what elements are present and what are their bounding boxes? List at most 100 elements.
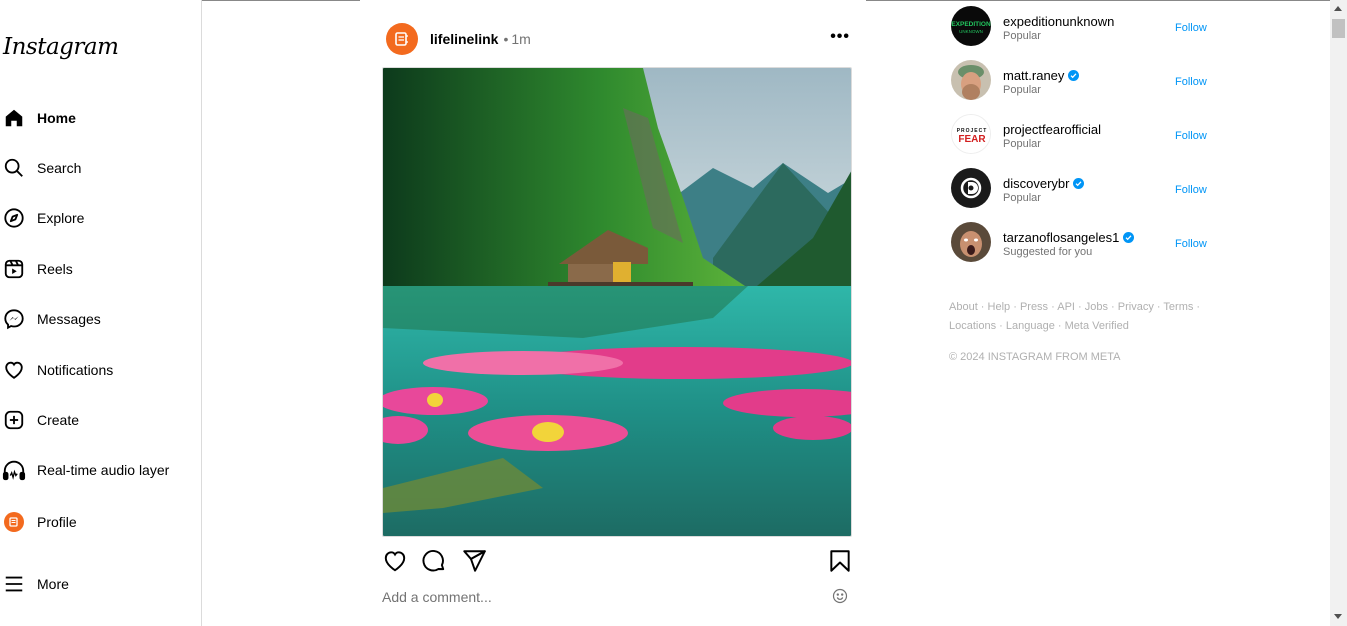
top-border: [202, 0, 360, 1]
suggestion-subtitle: Popular: [1003, 138, 1041, 150]
scroll-down-arrow-icon[interactable]: [1334, 614, 1342, 619]
nav-profile[interactable]: Profile: [2, 505, 192, 539]
verified-badge-icon: [1068, 69, 1080, 84]
nav-label: Home: [37, 110, 76, 126]
nav-label: Real-time audio layer: [37, 462, 170, 478]
avatar-text: FEAR: [958, 134, 986, 145]
suggestion-name[interactable]: matt.raney: [1003, 68, 1080, 84]
nav-reels[interactable]: Reels: [2, 252, 192, 286]
copyright: © 2024 INSTAGRAM FROM META: [949, 351, 1121, 363]
avatar[interactable]: EXPEDITION UNKNOWN: [951, 6, 991, 46]
nav-notifications[interactable]: Notifications: [2, 353, 192, 387]
compass-icon: [2, 206, 26, 230]
footer-separator: ·: [1193, 301, 1201, 313]
nav-label: Create: [37, 412, 80, 428]
comment-input[interactable]: [382, 586, 822, 608]
footer-links: About · Help · Press · API · Jobs · Priv…: [949, 298, 1209, 336]
nav-label: Search: [37, 160, 82, 176]
scroll-up-arrow-icon[interactable]: [1334, 6, 1342, 11]
instagram-logo[interactable]: Instagram: [3, 34, 119, 60]
suggestion-name[interactable]: discoverybr: [1003, 176, 1085, 192]
post-separator: •: [503, 31, 509, 47]
messenger-icon: [2, 307, 26, 331]
avatar-text: UNKNOWN: [959, 29, 983, 34]
avatar: [2, 510, 26, 534]
nav-search[interactable]: Search: [2, 151, 192, 185]
suggestion-name-text: projectfearofficial: [1003, 122, 1102, 137]
follow-button[interactable]: Follow: [1175, 238, 1207, 250]
share-icon[interactable]: [461, 548, 487, 574]
nav-label: Messages: [37, 311, 101, 327]
suggestion-subtitle: Popular: [1003, 192, 1041, 204]
post-image[interactable]: [382, 67, 852, 537]
suggestion-item: matt.raney Popular Follow: [951, 58, 1221, 102]
footer-separator: ·: [977, 301, 988, 313]
avatar-text: EXPEDITION: [951, 21, 991, 28]
suggestion-name-text: tarzanoflosangeles1: [1003, 230, 1120, 245]
nav-messages[interactable]: Messages: [2, 302, 192, 336]
avatar[interactable]: PROJECT FEAR: [951, 114, 991, 154]
suggestion-item: discoverybr Popular Follow: [951, 166, 1221, 210]
nav-label: Explore: [37, 210, 85, 226]
footer-link-jobs[interactable]: Jobs: [1085, 301, 1108, 313]
suggestion-name[interactable]: expeditionunknown: [1003, 14, 1114, 29]
emoji-icon[interactable]: [832, 588, 848, 604]
suggestion-item: EXPEDITION UNKNOWN expeditionunknown Popu…: [951, 4, 1221, 48]
home-icon: [2, 106, 26, 130]
suggestion-name[interactable]: projectfearofficial: [1003, 122, 1101, 137]
footer-link-press[interactable]: Press: [1020, 301, 1048, 313]
scroll-thumb[interactable]: [1332, 19, 1345, 38]
footer-link-about[interactable]: About: [949, 301, 978, 313]
suggestion-subtitle: Popular: [1003, 30, 1041, 42]
like-icon[interactable]: [382, 548, 408, 574]
nav-more[interactable]: More: [2, 567, 192, 601]
nav-label: Reels: [37, 261, 73, 277]
plus-square-icon: [2, 408, 26, 432]
suggestion-name-text: expeditionunknown: [1003, 14, 1115, 29]
save-icon[interactable]: [827, 548, 853, 574]
post-time[interactable]: 1m: [511, 31, 530, 47]
footer-separator: ·: [1108, 301, 1118, 313]
search-icon: [2, 156, 26, 180]
footer-link-meta-verified[interactable]: Meta Verified: [1065, 320, 1129, 332]
footer-separator: ·: [1054, 320, 1065, 332]
nav-create[interactable]: Create: [2, 403, 192, 437]
footer-link-language[interactable]: Language: [1006, 320, 1055, 332]
follow-button[interactable]: Follow: [1175, 22, 1207, 34]
sidebar: Instagram Home Search Explore Reels Mess…: [0, 0, 202, 626]
footer-separator: ·: [1048, 301, 1058, 313]
footer-link-terms[interactable]: Terms: [1163, 301, 1193, 313]
nav-audio-layer[interactable]: Real-time audio layer: [2, 453, 192, 487]
suggestion-name[interactable]: tarzanoflosangeles1: [1003, 230, 1135, 246]
footer-link-locations[interactable]: Locations: [949, 320, 996, 332]
avatar[interactable]: [951, 60, 991, 100]
footer-link-api[interactable]: API: [1057, 301, 1075, 313]
follow-button[interactable]: Follow: [1175, 76, 1207, 88]
follow-button[interactable]: Follow: [1175, 130, 1207, 142]
avatar[interactable]: [951, 222, 991, 262]
verified-badge-icon: [1073, 177, 1085, 192]
avatar[interactable]: [951, 168, 991, 208]
headphones-icon: [2, 458, 26, 482]
footer-link-privacy[interactable]: Privacy: [1118, 301, 1154, 313]
nav-explore[interactable]: Explore: [2, 201, 192, 235]
comment-icon[interactable]: [421, 548, 447, 574]
suggestion-subtitle: Suggested for you: [1003, 246, 1093, 258]
footer-separator: ·: [996, 320, 1006, 332]
suggestion-subtitle: Popular: [1003, 84, 1041, 96]
scrollbar[interactable]: [1330, 0, 1347, 626]
nav-label: More: [37, 576, 69, 592]
post-username[interactable]: lifelinelink: [430, 31, 498, 47]
nav-home[interactable]: Home: [2, 101, 192, 135]
suggestion-name-text: matt.raney: [1003, 68, 1065, 83]
nav-label: Notifications: [37, 362, 114, 378]
post-header: lifelinelink • 1m •••: [386, 22, 852, 56]
suggestion-name-text: discoverybr: [1003, 176, 1070, 191]
footer-separator: ·: [1074, 301, 1085, 313]
menu-icon: [2, 572, 26, 596]
top-border: [866, 0, 1330, 1]
post-avatar[interactable]: [386, 23, 418, 55]
footer-link-help[interactable]: Help: [988, 301, 1011, 313]
more-options-icon[interactable]: •••: [830, 28, 850, 46]
follow-button[interactable]: Follow: [1175, 184, 1207, 196]
